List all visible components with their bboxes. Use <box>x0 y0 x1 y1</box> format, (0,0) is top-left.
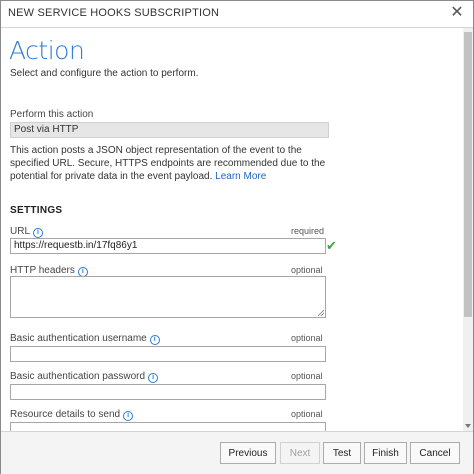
page-title: Action <box>9 36 85 65</box>
info-icon[interactable]: i <box>33 228 44 238</box>
vertical-scrollbar[interactable] <box>463 28 473 431</box>
http-headers-label-text: HTTP headers <box>10 265 75 276</box>
password-label: Basic authentication password i <box>10 371 159 383</box>
cancel-button[interactable]: Cancel <box>410 442 460 464</box>
perform-action-field: Post via HTTP <box>10 122 329 138</box>
password-optional-tag: optional <box>291 371 323 381</box>
title-bar: NEW SERVICE HOOKS SUBSCRIPTION ✕ <box>1 1 473 28</box>
username-optional-tag: optional <box>291 333 323 343</box>
resource-details-optional-tag: optional <box>291 409 323 419</box>
service-hooks-dialog: NEW SERVICE HOOKS SUBSCRIPTION ✕ Action … <box>0 0 474 474</box>
check-icon: ✔ <box>326 238 337 253</box>
resource-details-label: Resource details to send i <box>10 409 134 421</box>
dialog-content: Action Select and configure the action t… <box>1 28 463 431</box>
action-description: This action posts a JSON object represen… <box>10 144 340 183</box>
username-label-text: Basic authentication username <box>10 333 147 344</box>
url-label-text: URL <box>10 226 31 237</box>
url-field[interactable]: https://requestb.in/17fq86y1 <box>10 238 326 254</box>
http-headers-optional-tag: optional <box>291 265 323 275</box>
finish-button[interactable]: Finish <box>364 442 407 464</box>
test-button[interactable]: Test <box>323 442 361 464</box>
learn-more-link[interactable]: Learn More <box>215 171 266 182</box>
password-field[interactable] <box>10 384 326 400</box>
perform-action-label: Perform this action <box>10 109 94 120</box>
dialog-title: NEW SERVICE HOOKS SUBSCRIPTION <box>8 7 220 19</box>
resize-grip-icon[interactable] <box>318 310 324 316</box>
previous-button[interactable]: Previous <box>220 442 276 464</box>
username-label: Basic authentication username i <box>10 333 160 345</box>
http-headers-textarea[interactable] <box>10 276 326 318</box>
close-icon[interactable]: ✕ <box>447 3 467 23</box>
settings-header: SETTINGS <box>10 205 63 216</box>
url-required-tag: required <box>291 226 325 236</box>
info-icon[interactable]: i <box>149 335 160 345</box>
password-label-text: Basic authentication password <box>10 371 146 382</box>
info-icon[interactable]: i <box>123 411 134 421</box>
scroll-down-icon[interactable] <box>465 424 471 428</box>
username-field[interactable] <box>10 346 326 362</box>
info-icon[interactable]: i <box>148 373 159 383</box>
dialog-footer: Previous Next Test Finish Cancel <box>1 431 473 474</box>
resource-details-label-text: Resource details to send <box>10 409 121 420</box>
action-description-text: This action posts a JSON object represen… <box>10 145 326 182</box>
page-subtitle: Select and configure the action to perfo… <box>10 68 199 79</box>
resource-details-select[interactable] <box>10 422 326 431</box>
next-button[interactable]: Next <box>280 442 320 464</box>
scrollbar-thumb[interactable] <box>464 32 472 317</box>
url-label: URL i <box>10 226 44 238</box>
